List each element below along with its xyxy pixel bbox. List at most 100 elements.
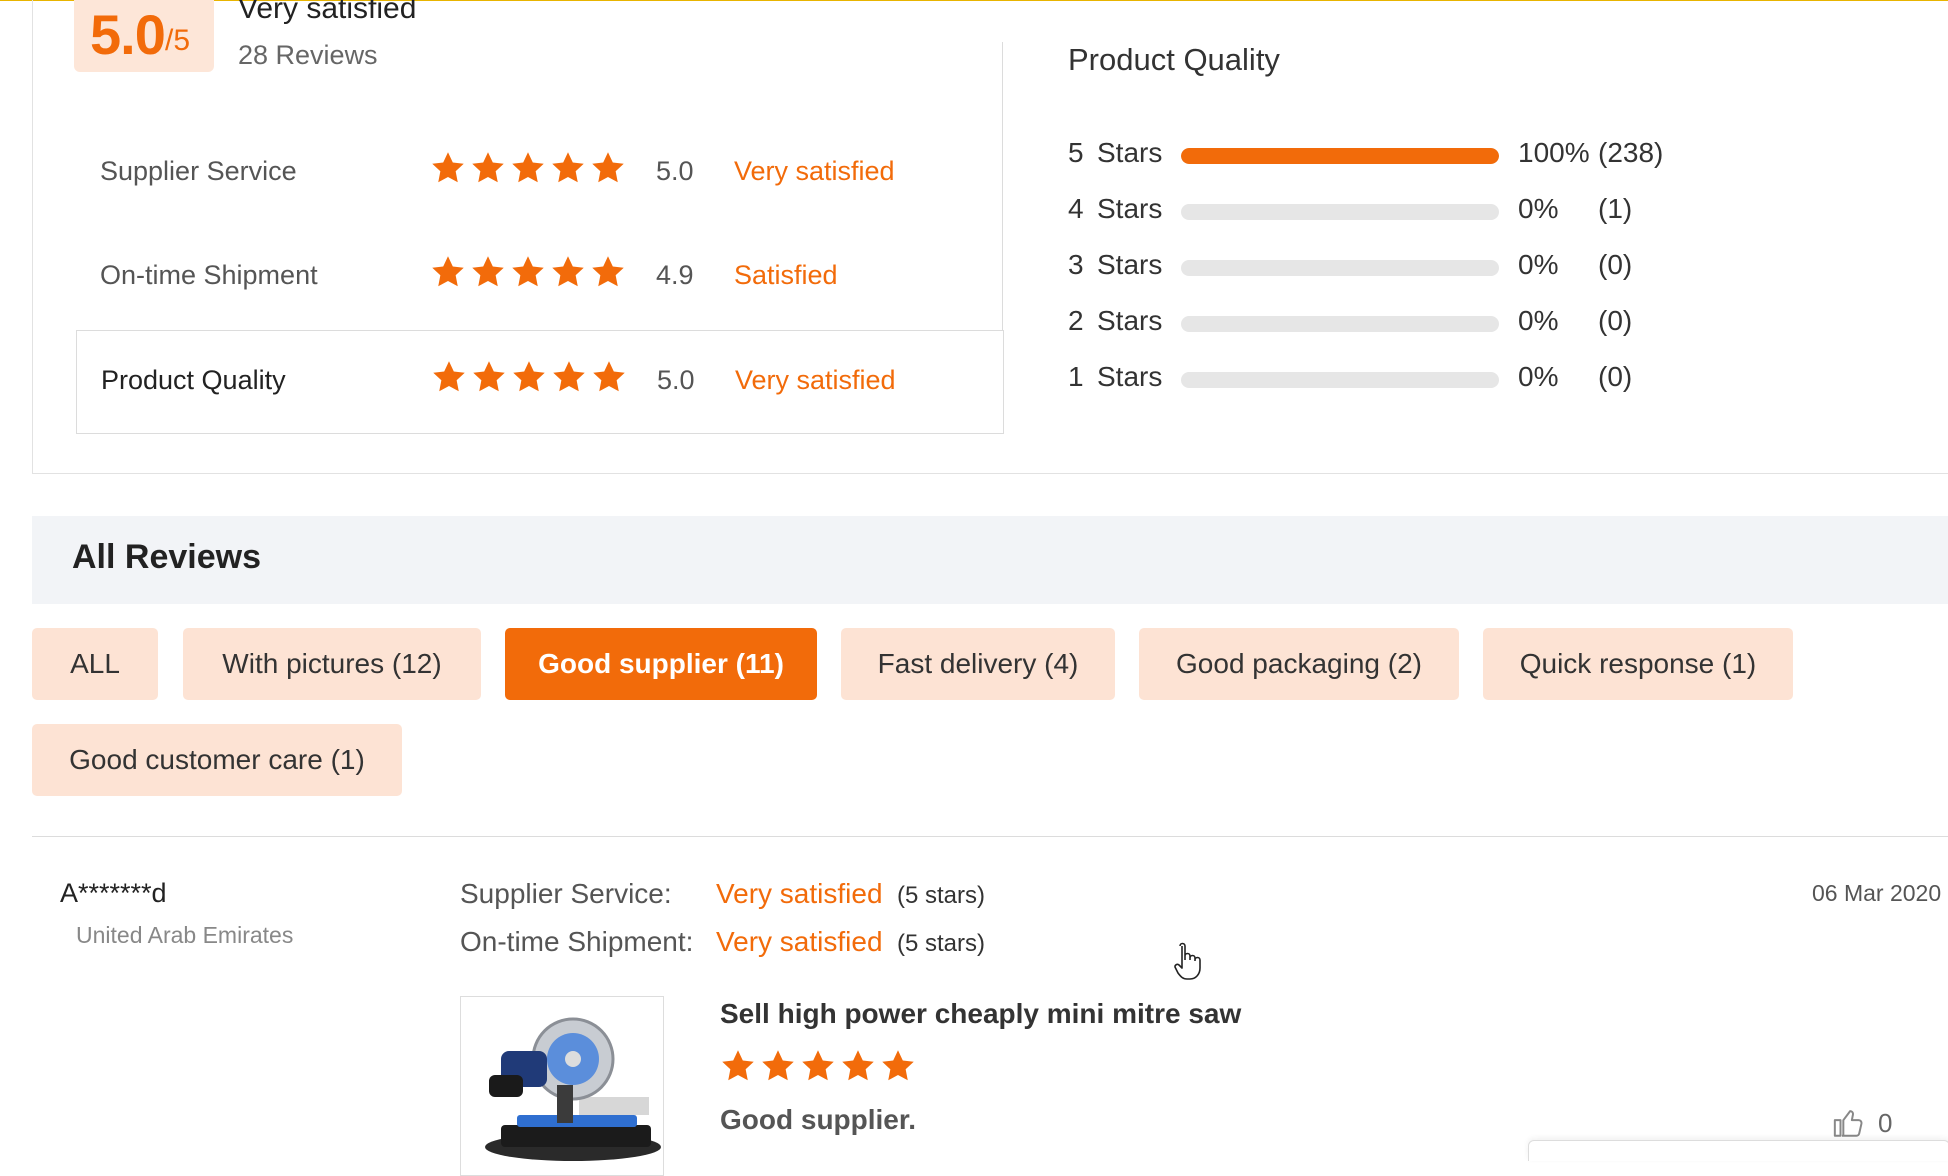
- star-icon: [722, 1050, 754, 1081]
- star-icon: [802, 1050, 834, 1081]
- star-level: 1: [1068, 361, 1084, 392]
- star-level-label: Stars: [1097, 137, 1163, 168]
- distribution-bar-fill: [1181, 148, 1499, 164]
- star-icon: [433, 361, 465, 392]
- star-icon: [553, 361, 585, 392]
- filter-tag-all[interactable]: ALL: [32, 628, 158, 700]
- rating-word: Satisfied: [734, 260, 838, 290]
- distribution-bar-track: [1181, 260, 1499, 276]
- star-icon: [552, 256, 584, 287]
- shipment-key: On-time Shipment:: [460, 926, 694, 957]
- star-icon: [593, 361, 625, 392]
- star-icon: [552, 152, 584, 183]
- rating-row-on-time-shipment[interactable]: On-time Shipment 4.9 Satisfied: [76, 226, 1004, 330]
- supplier-service-value: Very satisfied: [716, 878, 883, 909]
- distribution-row: 4 Stars 0% (1): [1068, 191, 1668, 231]
- distribution-bar-track: [1181, 316, 1499, 332]
- star-icon: [473, 361, 505, 392]
- rating-stars: [430, 150, 626, 186]
- review-text: Good supplier.: [720, 1104, 917, 1135]
- all-reviews-title: All Reviews: [72, 538, 261, 576]
- filter-tag-good-supplier[interactable]: Good supplier (11): [505, 628, 817, 700]
- overall-rating-word: Very satisfied: [238, 0, 417, 25]
- shipment-value: Very satisfied: [716, 926, 883, 957]
- star-icon: [762, 1050, 794, 1081]
- distribution-row: 1 Stars 0% (0): [1068, 359, 1668, 399]
- rating-label: On-time Shipment: [100, 260, 318, 290]
- rating-word: Very satisfied: [734, 156, 895, 186]
- distribution-count: (238): [1598, 137, 1664, 168]
- star-icon: [513, 361, 545, 392]
- star-icon: [432, 256, 464, 287]
- distribution-bar-track: [1181, 372, 1499, 388]
- reviewer-country: United Arab Emirates: [76, 922, 294, 948]
- star-level: 4: [1068, 193, 1084, 224]
- review-date: 06 Mar 2020: [1812, 880, 1942, 906]
- mitre-saw-image: [461, 997, 663, 1175]
- filter-tag-good-packaging[interactable]: Good packaging (2): [1139, 628, 1459, 700]
- star-icon: [592, 256, 624, 287]
- distribution-percent: 0%: [1518, 249, 1559, 280]
- star-level-label: Stars: [1097, 361, 1163, 392]
- overall-score: 5.0: [90, 3, 166, 66]
- distribution-bar-track: [1181, 204, 1499, 220]
- product-title[interactable]: Sell high power cheaply mini mitre saw: [720, 998, 1241, 1030]
- filter-tag-with-pictures[interactable]: With pictures (12): [183, 628, 481, 700]
- supplier-service-key: Supplier Service:: [460, 878, 672, 909]
- star-level-label: Stars: [1097, 305, 1163, 336]
- filter-tag-quick-response[interactable]: Quick response (1): [1483, 628, 1793, 700]
- star-level-label: Stars: [1097, 193, 1163, 224]
- product-quality-title: Product Quality: [1068, 42, 1280, 77]
- distribution-row: 3 Stars 0% (0): [1068, 247, 1668, 287]
- reviews-count: 28 Reviews: [238, 40, 378, 70]
- distribution-row: 2 Stars 0% (0): [1068, 303, 1668, 343]
- rating-row-product-quality[interactable]: Product Quality 5.0 Very satisfied: [76, 330, 1004, 434]
- shipment-stars: (5 stars): [897, 930, 986, 957]
- distribution-count: (0): [1598, 305, 1633, 336]
- filter-tag-good-customer-care[interactable]: Good customer care (1): [32, 724, 402, 796]
- distribution-count: (0): [1598, 249, 1633, 280]
- star-icon: [472, 152, 504, 183]
- rating-stars: [431, 359, 627, 395]
- distribution-percent: 0%: [1518, 193, 1559, 224]
- star-icon: [842, 1050, 874, 1081]
- star-level: 3: [1068, 249, 1084, 280]
- like-count: 0: [1878, 1107, 1893, 1138]
- star-level: 2: [1068, 305, 1084, 336]
- distribution-percent: 100%: [1518, 137, 1590, 168]
- distribution-count: (0): [1598, 361, 1633, 392]
- star-icon: [882, 1050, 914, 1081]
- rating-row-supplier-service[interactable]: Supplier Service 5.0 Very satisfied: [76, 122, 1004, 226]
- supplier-service-stars: (5 stars): [897, 882, 986, 909]
- filter-tag-fast-delivery[interactable]: Fast delivery (4): [841, 628, 1115, 700]
- rating-word: Very satisfied: [735, 365, 896, 395]
- distribution-count: (1): [1598, 193, 1633, 224]
- star-icon: [592, 152, 624, 183]
- rating-stars: [430, 254, 626, 290]
- reviews-divider: [32, 836, 1948, 837]
- reviewer-name: A*******d: [60, 878, 167, 908]
- distribution-row: 5 Stars 100% (238): [1068, 135, 1668, 175]
- star-icon: [472, 256, 504, 287]
- distribution-percent: 0%: [1518, 305, 1559, 336]
- rating-score: 4.9: [656, 260, 694, 290]
- thumbs-up-icon: [1833, 1110, 1863, 1137]
- overall-score-max: /5: [165, 24, 191, 57]
- star-icon: [432, 152, 464, 183]
- star-icon: [512, 152, 544, 183]
- rating-score: 5.0: [656, 156, 694, 186]
- like-button[interactable]: 0: [1832, 1106, 1892, 1140]
- star-icon: [512, 256, 544, 287]
- star-level-label: Stars: [1097, 249, 1163, 280]
- product-star-rating: [720, 1048, 916, 1084]
- product-thumbnail[interactable]: [460, 996, 664, 1176]
- rating-label: Supplier Service: [100, 156, 297, 186]
- floating-panel-edge: [1528, 1140, 1948, 1161]
- hand-cursor-icon: [1174, 942, 1201, 980]
- distribution-bar-track: [1181, 148, 1499, 164]
- rating-label: Product Quality: [101, 365, 286, 395]
- star-level: 5: [1068, 137, 1084, 168]
- distribution-percent: 0%: [1518, 361, 1559, 392]
- rating-score: 5.0: [657, 365, 695, 395]
- all-reviews-header: [32, 516, 1948, 604]
